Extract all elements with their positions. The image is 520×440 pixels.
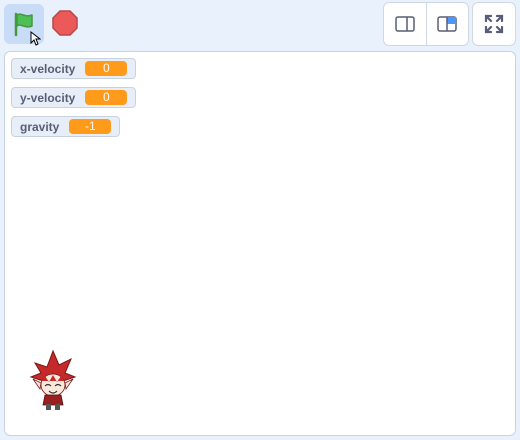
- stage-toolbar: [0, 0, 520, 50]
- green-flag-button[interactable]: [4, 4, 44, 44]
- monitor-label: y-velocity: [20, 90, 76, 105]
- small-stage-button[interactable]: [384, 3, 426, 45]
- monitor-value: 0: [85, 61, 128, 76]
- monitor-label: gravity: [20, 119, 60, 134]
- small-stage-layout-icon: [395, 16, 415, 32]
- fullscreen-button[interactable]: [472, 2, 516, 46]
- monitor-x-velocity[interactable]: x-velocity 0: [11, 58, 137, 79]
- stage-size-toggle: [383, 2, 469, 46]
- stop-sign-icon: [52, 10, 78, 36]
- monitor-label: x-velocity: [20, 61, 76, 76]
- green-flag-icon: [14, 12, 33, 37]
- monitor-value: -1: [69, 119, 112, 134]
- stage-canvas[interactable]: x-velocity 0 y-velocity 0 gravity -1: [4, 51, 516, 436]
- character-sprite[interactable]: [29, 349, 77, 416]
- stage-window: x-velocity 0 y-velocity 0 gravity -1: [0, 0, 520, 440]
- monitor-gravity[interactable]: gravity -1: [11, 116, 121, 137]
- large-stage-button[interactable]: [425, 3, 469, 45]
- stop-button[interactable]: [48, 6, 82, 40]
- large-stage-layout-icon: [437, 16, 457, 32]
- red-haired-character-sprite: [29, 349, 77, 410]
- fullscreen-icon: [484, 14, 504, 34]
- monitor-value: 0: [85, 90, 128, 105]
- monitor-y-velocity[interactable]: y-velocity 0: [11, 87, 137, 108]
